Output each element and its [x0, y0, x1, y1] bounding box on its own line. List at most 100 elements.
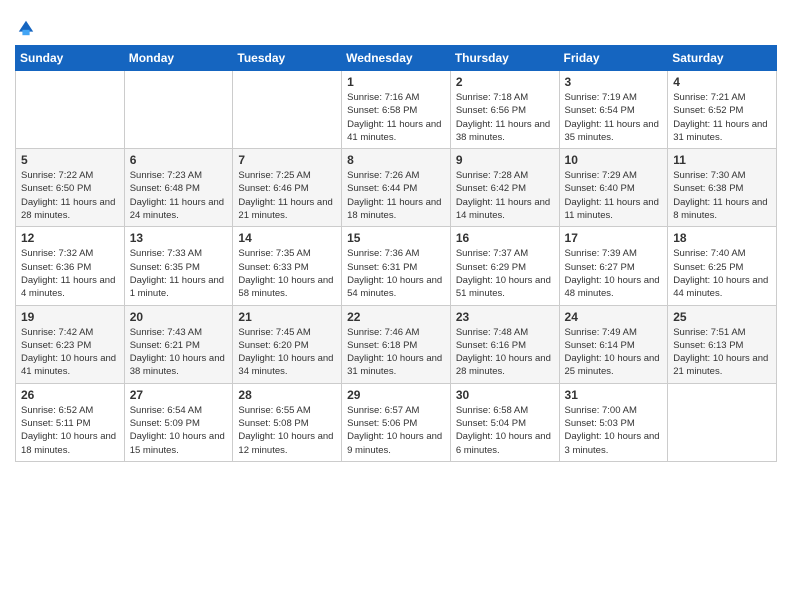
- day-number: 20: [130, 310, 228, 324]
- day-of-week-header: Saturday: [668, 46, 777, 71]
- day-info: Sunrise: 7:33 AM Sunset: 6:35 PM Dayligh…: [130, 247, 228, 300]
- day-number: 5: [21, 153, 119, 167]
- calendar-cell: 16 Sunrise: 7:37 AM Sunset: 6:29 PM Dayli…: [450, 227, 559, 305]
- day-info: Sunrise: 7:23 AM Sunset: 6:48 PM Dayligh…: [130, 169, 228, 222]
- calendar-week-row: 26 Sunrise: 6:52 AM Sunset: 5:11 PM Dayli…: [16, 383, 777, 461]
- calendar-cell: [124, 71, 233, 149]
- day-info: Sunrise: 7:19 AM Sunset: 6:54 PM Dayligh…: [565, 91, 663, 144]
- day-info: Sunrise: 7:28 AM Sunset: 6:42 PM Dayligh…: [456, 169, 554, 222]
- logo: [15, 14, 35, 37]
- day-info: Sunrise: 7:29 AM Sunset: 6:40 PM Dayligh…: [565, 169, 663, 222]
- calendar-cell: [233, 71, 342, 149]
- day-number: 12: [21, 231, 119, 245]
- calendar-header-row: SundayMondayTuesdayWednesdayThursdayFrid…: [16, 46, 777, 71]
- day-number: 1: [347, 75, 445, 89]
- day-number: 18: [673, 231, 771, 245]
- day-number: 29: [347, 388, 445, 402]
- calendar-cell: 18 Sunrise: 7:40 AM Sunset: 6:25 PM Dayli…: [668, 227, 777, 305]
- day-info: Sunrise: 7:32 AM Sunset: 6:36 PM Dayligh…: [21, 247, 119, 300]
- calendar-cell: 26 Sunrise: 6:52 AM Sunset: 5:11 PM Dayli…: [16, 383, 125, 461]
- calendar-week-row: 12 Sunrise: 7:32 AM Sunset: 6:36 PM Dayli…: [16, 227, 777, 305]
- day-of-week-header: Sunday: [16, 46, 125, 71]
- calendar-cell: 27Sunrise: 6:54 AM Sunset: 5:09 PM Dayli…: [124, 383, 233, 461]
- day-number: 28: [238, 388, 336, 402]
- day-info: Sunrise: 6:55 AM Sunset: 5:08 PM Dayligh…: [238, 404, 336, 457]
- calendar-cell: [668, 383, 777, 461]
- day-of-week-header: Wednesday: [342, 46, 451, 71]
- calendar-cell: 25 Sunrise: 7:51 AM Sunset: 6:13 PM Dayli…: [668, 305, 777, 383]
- day-info: Sunrise: 6:52 AM Sunset: 5:11 PM Dayligh…: [21, 404, 119, 457]
- day-info: Sunrise: 6:54 AM Sunset: 5:09 PM Dayligh…: [130, 404, 228, 457]
- calendar-table: SundayMondayTuesdayWednesdayThursdayFrid…: [15, 45, 777, 462]
- calendar-cell: 24 Sunrise: 7:49 AM Sunset: 6:14 PM Dayli…: [559, 305, 668, 383]
- day-number: 9: [456, 153, 554, 167]
- calendar-cell: 11 Sunrise: 7:30 AM Sunset: 6:38 PM Dayli…: [668, 149, 777, 227]
- day-number: 15: [347, 231, 445, 245]
- day-number: 3: [565, 75, 663, 89]
- calendar-cell: 23Sunrise: 7:48 AM Sunset: 6:16 PM Dayli…: [450, 305, 559, 383]
- day-number: 17: [565, 231, 663, 245]
- day-info: Sunrise: 7:39 AM Sunset: 6:27 PM Dayligh…: [565, 247, 663, 300]
- calendar-week-row: 19 Sunrise: 7:42 AM Sunset: 6:23 PM Dayli…: [16, 305, 777, 383]
- day-info: Sunrise: 6:58 AM Sunset: 5:04 PM Dayligh…: [456, 404, 554, 457]
- day-info: Sunrise: 7:18 AM Sunset: 6:56 PM Dayligh…: [456, 91, 554, 144]
- day-info: Sunrise: 7:26 AM Sunset: 6:44 PM Dayligh…: [347, 169, 445, 222]
- day-info: Sunrise: 7:51 AM Sunset: 6:13 PM Dayligh…: [673, 326, 771, 379]
- day-number: 30: [456, 388, 554, 402]
- day-number: 2: [456, 75, 554, 89]
- calendar-week-row: 1 Sunrise: 7:16 AM Sunset: 6:58 PM Daylig…: [16, 71, 777, 149]
- day-number: 6: [130, 153, 228, 167]
- calendar-cell: 29 Sunrise: 6:57 AM Sunset: 5:06 PM Dayli…: [342, 383, 451, 461]
- logo-icon: [17, 19, 35, 37]
- day-number: 14: [238, 231, 336, 245]
- calendar-cell: 5 Sunrise: 7:22 AM Sunset: 6:50 PM Daylig…: [16, 149, 125, 227]
- day-number: 11: [673, 153, 771, 167]
- calendar-cell: 28 Sunrise: 6:55 AM Sunset: 5:08 PM Dayli…: [233, 383, 342, 461]
- day-info: Sunrise: 7:46 AM Sunset: 6:18 PM Dayligh…: [347, 326, 445, 379]
- calendar-cell: [16, 71, 125, 149]
- calendar-cell: 15 Sunrise: 7:36 AM Sunset: 6:31 PM Dayli…: [342, 227, 451, 305]
- day-number: 24: [565, 310, 663, 324]
- day-info: Sunrise: 7:42 AM Sunset: 6:23 PM Dayligh…: [21, 326, 119, 379]
- page: SundayMondayTuesdayWednesdayThursdayFrid…: [0, 0, 792, 612]
- calendar-cell: 4Sunrise: 7:21 AM Sunset: 6:52 PM Daylig…: [668, 71, 777, 149]
- day-info: Sunrise: 7:48 AM Sunset: 6:16 PM Dayligh…: [456, 326, 554, 379]
- day-number: 25: [673, 310, 771, 324]
- calendar-cell: 1 Sunrise: 7:16 AM Sunset: 6:58 PM Daylig…: [342, 71, 451, 149]
- day-info: Sunrise: 7:37 AM Sunset: 6:29 PM Dayligh…: [456, 247, 554, 300]
- day-info: Sunrise: 6:57 AM Sunset: 5:06 PM Dayligh…: [347, 404, 445, 457]
- calendar-cell: 9 Sunrise: 7:28 AM Sunset: 6:42 PM Daylig…: [450, 149, 559, 227]
- day-info: Sunrise: 7:36 AM Sunset: 6:31 PM Dayligh…: [347, 247, 445, 300]
- day-info: Sunrise: 7:22 AM Sunset: 6:50 PM Dayligh…: [21, 169, 119, 222]
- calendar-cell: 21Sunrise: 7:45 AM Sunset: 6:20 PM Dayli…: [233, 305, 342, 383]
- day-info: Sunrise: 7:00 AM Sunset: 5:03 PM Dayligh…: [565, 404, 663, 457]
- day-number: 22: [347, 310, 445, 324]
- header: [15, 10, 777, 37]
- day-of-week-header: Friday: [559, 46, 668, 71]
- day-info: Sunrise: 7:43 AM Sunset: 6:21 PM Dayligh…: [130, 326, 228, 379]
- day-info: Sunrise: 7:49 AM Sunset: 6:14 PM Dayligh…: [565, 326, 663, 379]
- day-info: Sunrise: 7:45 AM Sunset: 6:20 PM Dayligh…: [238, 326, 336, 379]
- calendar-cell: 31Sunrise: 7:00 AM Sunset: 5:03 PM Dayli…: [559, 383, 668, 461]
- calendar-cell: 14Sunrise: 7:35 AM Sunset: 6:33 PM Dayli…: [233, 227, 342, 305]
- day-info: Sunrise: 7:16 AM Sunset: 6:58 PM Dayligh…: [347, 91, 445, 144]
- day-number: 16: [456, 231, 554, 245]
- day-of-week-header: Tuesday: [233, 46, 342, 71]
- day-number: 7: [238, 153, 336, 167]
- calendar-cell: 17 Sunrise: 7:39 AM Sunset: 6:27 PM Dayli…: [559, 227, 668, 305]
- calendar-cell: 7 Sunrise: 7:25 AM Sunset: 6:46 PM Daylig…: [233, 149, 342, 227]
- day-info: Sunrise: 7:21 AM Sunset: 6:52 PM Dayligh…: [673, 91, 771, 144]
- calendar-week-row: 5 Sunrise: 7:22 AM Sunset: 6:50 PM Daylig…: [16, 149, 777, 227]
- day-info: Sunrise: 7:30 AM Sunset: 6:38 PM Dayligh…: [673, 169, 771, 222]
- day-number: 26: [21, 388, 119, 402]
- day-info: Sunrise: 7:25 AM Sunset: 6:46 PM Dayligh…: [238, 169, 336, 222]
- calendar-cell: 12 Sunrise: 7:32 AM Sunset: 6:36 PM Dayli…: [16, 227, 125, 305]
- calendar-cell: 6 Sunrise: 7:23 AM Sunset: 6:48 PM Daylig…: [124, 149, 233, 227]
- day-number: 19: [21, 310, 119, 324]
- day-info: Sunrise: 7:40 AM Sunset: 6:25 PM Dayligh…: [673, 247, 771, 300]
- calendar-cell: 8Sunrise: 7:26 AM Sunset: 6:44 PM Daylig…: [342, 149, 451, 227]
- day-of-week-header: Thursday: [450, 46, 559, 71]
- calendar-cell: 3 Sunrise: 7:19 AM Sunset: 6:54 PM Daylig…: [559, 71, 668, 149]
- day-number: 10: [565, 153, 663, 167]
- calendar-cell: 10 Sunrise: 7:29 AM Sunset: 6:40 PM Dayli…: [559, 149, 668, 227]
